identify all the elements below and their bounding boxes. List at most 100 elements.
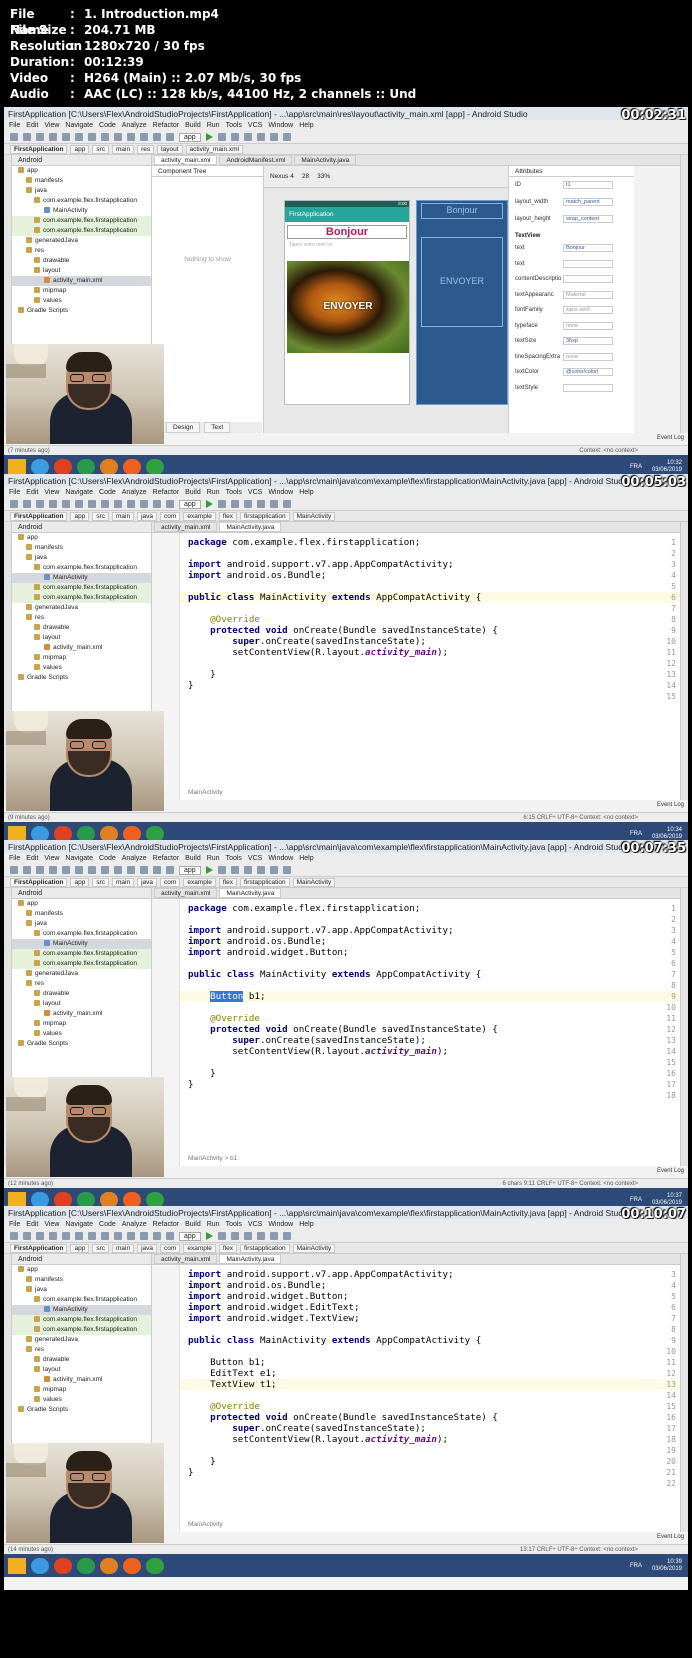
start-button-icon[interactable] (8, 1557, 26, 1574)
sdk-icon[interactable] (256, 133, 265, 141)
app-icon[interactable] (100, 458, 118, 475)
open-icon[interactable] (10, 1232, 18, 1240)
menu-item-run[interactable]: Run (207, 122, 220, 129)
tree-item-mainactivity[interactable]: MainActivity (12, 206, 151, 216)
phone-preview[interactable]: 8:00 FirstApplication Bonjour Tapez votre n… (284, 200, 410, 405)
tree-item-values[interactable]: values (12, 663, 151, 673)
menu-item-help[interactable]: Help (299, 855, 313, 862)
crumb-firstapplication[interactable]: firstapplication (240, 877, 290, 887)
profile-icon[interactable] (230, 500, 239, 508)
tree-item-activity-main-xml[interactable]: activity_main.xml (12, 643, 151, 653)
cut-icon[interactable] (75, 500, 83, 508)
menu-item-file[interactable]: File (9, 1221, 20, 1228)
attr-value-typeface[interactable]: none (563, 321, 613, 330)
menu-item-window[interactable]: Window (268, 122, 293, 129)
tree-item-generatedjava[interactable]: generatedJava (12, 1335, 151, 1345)
menu-item-file[interactable]: File (9, 855, 20, 862)
search-everywhere-icon[interactable] (282, 500, 291, 508)
run-icon[interactable] (205, 866, 213, 874)
tree-item-java[interactable]: java (12, 553, 151, 563)
menu-item-view[interactable]: View (44, 855, 59, 862)
tree-item-layout[interactable]: layout (12, 266, 151, 276)
tree-item-java[interactable]: java (12, 919, 151, 929)
tab-androidmanifest-xml[interactable]: AndroidManifest.xml (219, 155, 293, 165)
tree-item-values[interactable]: values (12, 1029, 151, 1039)
tree-item-res[interactable]: res (12, 1345, 151, 1355)
menu-item-build[interactable]: Build (185, 1221, 201, 1228)
tree-item-activity-main-xml[interactable]: activity_main.xml (12, 1009, 151, 1019)
menu-item-view[interactable]: View (44, 1221, 59, 1228)
sdk-icon[interactable] (256, 500, 265, 508)
crumb-firstapplication[interactable]: FirstApplication (10, 877, 68, 887)
menu-item-file[interactable]: File (9, 122, 20, 129)
menu-item-help[interactable]: Help (299, 1221, 313, 1228)
crumb-flex[interactable]: flex (218, 511, 238, 521)
tree-item-manifests[interactable]: manifests (12, 1275, 151, 1285)
right-tool-strip[interactable] (680, 888, 688, 1166)
tree-item-mainactivity[interactable]: MainActivity (12, 573, 151, 583)
tree-item-res[interactable]: res (12, 979, 151, 989)
chrome-icon[interactable] (54, 458, 72, 475)
ie-icon[interactable] (31, 1557, 49, 1574)
menu-item-vcs[interactable]: VCS (248, 855, 262, 862)
crumb-main[interactable]: main (112, 144, 135, 154)
android-studio-icon[interactable] (77, 1557, 95, 1574)
tree-item-com-example-flex-firstapplication[interactable]: com.example.flex.firstapplication (12, 196, 151, 206)
right-tool-strip[interactable] (680, 1254, 688, 1532)
save-icon[interactable] (23, 1232, 31, 1240)
tree-item-values[interactable]: values (12, 296, 151, 306)
tree-item-layout[interactable]: layout (12, 633, 151, 643)
tree-item-activity-main-xml[interactable]: activity_main.xml (12, 1375, 151, 1385)
profile-icon[interactable] (230, 133, 239, 141)
crumb-main[interactable]: main (112, 511, 135, 521)
crumb-src[interactable]: src (92, 1243, 110, 1253)
cut-icon[interactable] (75, 866, 83, 874)
tree-item-com-example-flex-firstapplication[interactable]: com.example.flex.firstapplication (12, 1295, 151, 1305)
tree-item-res[interactable]: res (12, 246, 151, 256)
app2-icon[interactable] (123, 458, 141, 475)
tab-mainactivity-java[interactable]: MainActivity.java (219, 1254, 282, 1264)
save-icon[interactable] (23, 500, 31, 508)
paste-icon[interactable] (101, 1232, 109, 1240)
menu-item-analyze[interactable]: Analyze (122, 855, 147, 862)
crumb-firstapplication[interactable]: FirstApplication (10, 511, 68, 521)
event-log-button[interactable]: Event Log (657, 1534, 684, 1540)
blueprint-preview[interactable]: Bonjour ENVOYER (416, 200, 508, 405)
tree-item-gradle-scripts[interactable]: Gradle Scripts (12, 673, 151, 683)
redo-icon[interactable] (62, 1232, 70, 1240)
crumb-mainactivity[interactable]: MainActivity (292, 877, 336, 887)
event-log-button[interactable]: Event Log (657, 1168, 684, 1174)
butterfly-image-button[interactable]: ENVOYER (287, 261, 409, 353)
menu-item-window[interactable]: Window (268, 855, 293, 862)
debug-icon[interactable] (217, 1232, 226, 1240)
crumb-app[interactable]: app (70, 511, 90, 521)
menu-item-view[interactable]: View (44, 122, 59, 129)
attr-value-textcolor[interactable]: @color/colorI (563, 368, 613, 376)
crumb-res[interactable]: res (137, 144, 155, 154)
menu-item-tools[interactable]: Tools (226, 489, 242, 496)
run-config-select[interactable]: app (179, 865, 201, 875)
tree-item-com-example-flex-firstapplication[interactable]: com.example.flex.firstapplication (12, 929, 151, 939)
tree-item-drawable[interactable]: drawable (12, 989, 151, 999)
crumb-firstapplication[interactable]: firstapplication (240, 511, 290, 521)
stop-icon[interactable] (243, 133, 252, 141)
crumb-main[interactable]: main (112, 877, 135, 887)
bonjour-textview[interactable]: Bonjour (287, 225, 407, 239)
menu-item-build[interactable]: Build (185, 489, 201, 496)
app3-icon[interactable] (146, 1557, 164, 1574)
tab-activity-main-xml[interactable]: activity_main.xml (154, 155, 218, 165)
attr-value-text[interactable] (563, 259, 613, 268)
redo-icon[interactable] (62, 500, 70, 508)
event-log-button[interactable]: Event Log (657, 435, 684, 441)
menu-item-tools[interactable]: Tools (226, 1221, 242, 1228)
open-icon[interactable] (10, 500, 18, 508)
sync-icon[interactable] (36, 133, 44, 141)
tree-item-app[interactable]: app (12, 1265, 151, 1275)
crumb-firstapplication[interactable]: FirstApplication (10, 144, 68, 154)
tab-mainactivity-java[interactable]: MainActivity.java (219, 888, 282, 898)
menu-item-help[interactable]: Help (299, 489, 313, 496)
stop-icon[interactable] (243, 500, 252, 508)
tree-item-com-example-flex-firstapplication[interactable]: com.example.flex.firstapplication (12, 583, 151, 593)
menu-item-code[interactable]: Code (99, 122, 116, 129)
menu-item-code[interactable]: Code (99, 489, 116, 496)
